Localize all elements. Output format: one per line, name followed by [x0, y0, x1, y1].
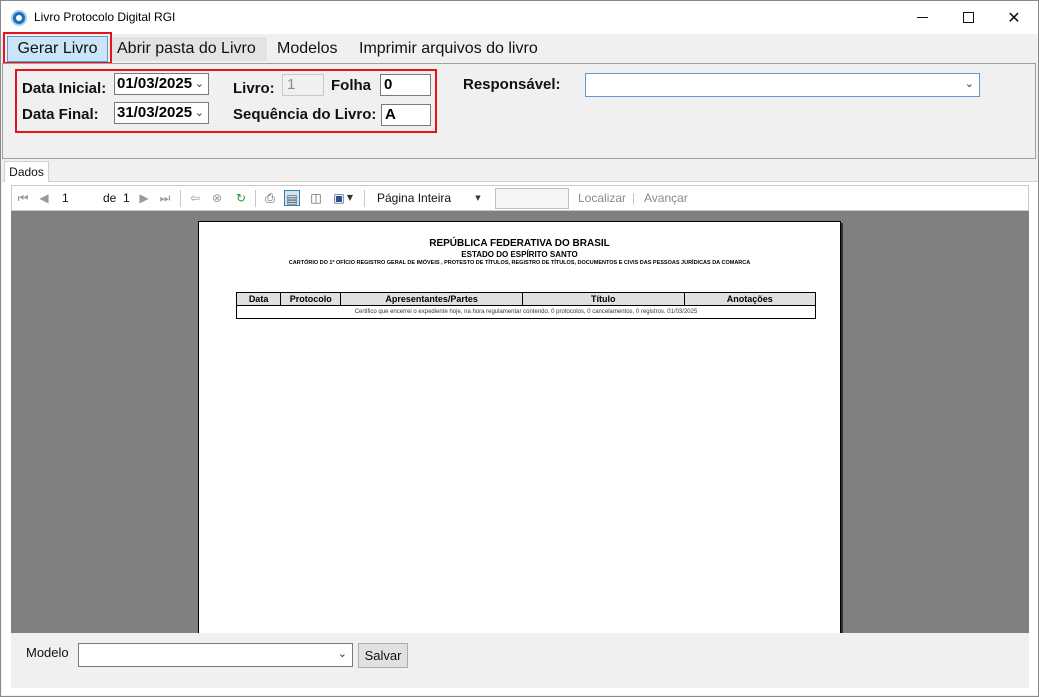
- sequencia-field[interactable]: A: [381, 104, 431, 126]
- bottom-bar: Modelo ⌄ Salvar: [11, 633, 1029, 688]
- report-toolbar: ⏮ ◀ 1 de 1 ▶ ⏭ ⇦ ⊗ ↻ ⎙ ▤ ◫ ▣ ▼ Página In…: [11, 185, 1029, 211]
- zoom-select[interactable]: Página Inteira: [377, 191, 451, 205]
- data-final-value: 31/03/2025: [117, 104, 193, 121]
- export-dropdown-icon[interactable]: ▼: [345, 190, 355, 206]
- toolbar-separator: [180, 190, 181, 207]
- page-setup-icon[interactable]: ◫: [308, 190, 324, 206]
- report-office: CARTÓRIO DO 1º OFÍCIO REGISTRO GERAL DE …: [288, 260, 751, 266]
- next-match-button[interactable]: Avançar: [644, 191, 688, 205]
- page-total: 1: [123, 191, 130, 205]
- chevron-down-icon: ⌄: [337, 647, 347, 660]
- tab-dados[interactable]: Dados: [4, 161, 49, 182]
- data-final-label: Data Final:: [22, 106, 99, 123]
- menu-item-modelos[interactable]: Modelos: [271, 37, 343, 61]
- toolbar-separator: [364, 190, 365, 207]
- page-of-label: de: [103, 191, 117, 205]
- refresh-icon[interactable]: ↻: [233, 190, 249, 206]
- folha-field[interactable]: 0: [380, 74, 431, 96]
- report-table: Data Protocolo Apresentantes/Partes Títu…: [235, 292, 817, 319]
- print-layout-icon[interactable]: ▤: [284, 190, 300, 206]
- menu-item-abrir-pasta[interactable]: Abrir pasta do Livro: [111, 37, 267, 61]
- chevron-down-icon: ⌄: [964, 77, 974, 90]
- report-subtitle: ESTADO DO ESPÍRITO SANTO: [461, 250, 578, 259]
- report-table-header: Data Protocolo Apresentantes/Partes Títu…: [235, 292, 817, 306]
- previous-page-icon[interactable]: ◀: [36, 190, 52, 206]
- menu-bar: Gerar Livro Abrir pasta do Livro Modelos…: [1, 34, 1038, 63]
- back-icon[interactable]: ⇦: [187, 190, 203, 206]
- chevron-down-icon: ⌄: [194, 107, 204, 119]
- next-page-icon[interactable]: ▶: [136, 190, 152, 206]
- chevron-down-icon: ⌄: [194, 78, 204, 90]
- report-page: REPÚBLICA FEDERATIVA DO BRASIL ESTADO DO…: [198, 221, 841, 633]
- stop-icon[interactable]: ⊗: [209, 190, 225, 206]
- livro-label: Livro:: [233, 80, 275, 97]
- print-icon[interactable]: ⎙: [262, 190, 278, 206]
- report-title: REPÚBLICA FEDERATIVA DO BRASIL: [429, 238, 610, 249]
- minimize-button[interactable]: [899, 1, 945, 34]
- column-header: Data: [235, 292, 282, 306]
- save-button[interactable]: Salvar: [358, 643, 408, 668]
- certificate-text: Certifico que encerrei o expediente hoje…: [236, 305, 816, 319]
- toolbar-separator: [255, 190, 256, 207]
- app-window: Livro Protocolo Digital RGI ✕ Gerar Livr…: [0, 0, 1039, 697]
- table-row: Certifico que encerrei o expediente hoje…: [236, 305, 816, 319]
- data-final-picker[interactable]: 31/03/2025 ⌄: [114, 102, 209, 124]
- window-title: Livro Protocolo Digital RGI: [34, 10, 176, 24]
- column-header: Apresentantes/Partes: [340, 292, 523, 306]
- modelo-select[interactable]: ⌄: [78, 643, 353, 667]
- data-inicial-value: 01/03/2025: [117, 75, 193, 92]
- title-bar: Livro Protocolo Digital RGI ✕: [1, 1, 1038, 34]
- data-inicial-picker[interactable]: 01/03/2025 ⌄: [114, 73, 209, 95]
- report-viewer[interactable]: REPÚBLICA FEDERATIVA DO BRASIL ESTADO DO…: [11, 211, 1029, 633]
- search-input[interactable]: [495, 188, 569, 209]
- app-logo-icon: [11, 10, 27, 26]
- zoom-dropdown-icon[interactable]: ▼: [470, 190, 486, 206]
- close-icon: ✕: [1007, 8, 1021, 27]
- maximize-button[interactable]: [945, 1, 991, 34]
- responsavel-select[interactable]: ⌄: [585, 73, 980, 97]
- menu-item-gerar-livro[interactable]: Gerar Livro: [7, 36, 108, 62]
- modelo-label: Modelo: [26, 645, 69, 660]
- column-header: Anotações: [683, 292, 817, 306]
- last-page-icon[interactable]: ⏭: [157, 190, 173, 206]
- toolbar-separator: |: [632, 191, 636, 205]
- close-button[interactable]: ✕: [991, 1, 1037, 34]
- current-page-field[interactable]: 1: [62, 191, 69, 205]
- menu-item-imprimir-arquivos[interactable]: Imprimir arquivos do livro: [353, 37, 544, 61]
- column-header: Título: [521, 292, 685, 306]
- first-page-icon[interactable]: ⏮: [15, 190, 31, 206]
- data-inicial-label: Data Inicial:: [22, 80, 107, 97]
- column-header: Protocolo: [280, 292, 342, 306]
- maximize-icon: [962, 12, 974, 23]
- minimize-icon: [916, 17, 928, 18]
- find-button[interactable]: Localizar: [578, 191, 626, 205]
- folha-label: Folha: [331, 77, 371, 94]
- responsavel-label: Responsável:: [463, 76, 561, 93]
- livro-field: 1: [282, 74, 324, 96]
- sequencia-label: Sequência do Livro:: [233, 106, 377, 123]
